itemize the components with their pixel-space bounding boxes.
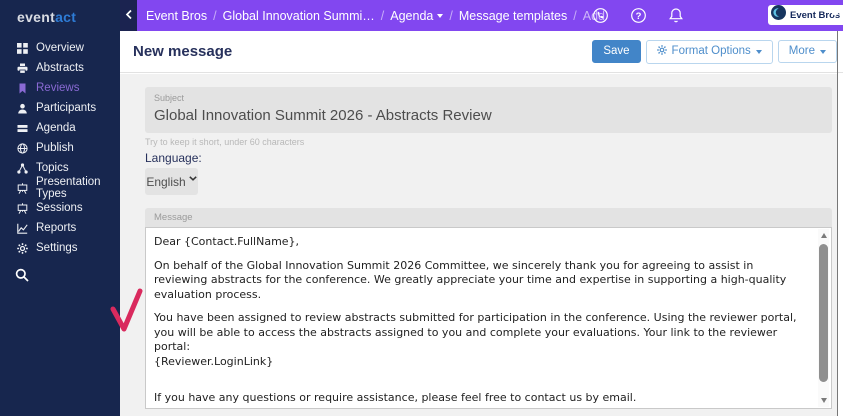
- sidebar-item-label: Overview: [36, 42, 84, 54]
- sidebar-item-reviews[interactable]: Reviews: [0, 78, 120, 98]
- sidebar-item-participants[interactable]: Participants: [0, 98, 120, 118]
- sidebar-item-abstracts[interactable]: Abstracts: [0, 58, 120, 78]
- scrollbar-thumb[interactable]: [819, 244, 828, 382]
- sidebar-item-presentation-types[interactable]: Presentation Types: [0, 176, 120, 200]
- printer-icon: [16, 62, 28, 74]
- tree-icon: [16, 162, 28, 174]
- sidebar-item-reports[interactable]: Reports: [0, 218, 120, 238]
- sidebar-item-label: Presentation Types: [36, 176, 101, 200]
- subject-input[interactable]: Subject Global Innovation Summit 2026 - …: [145, 87, 832, 133]
- message-text: Dear {Contact.FullName}, On behalf of th…: [146, 228, 831, 416]
- globe-icon: [16, 142, 28, 154]
- breadcrumb-separator: /: [573, 8, 577, 23]
- chart-icon: [16, 222, 28, 234]
- breadcrumb-event-bros[interactable]: Event Bros: [146, 9, 207, 23]
- chevron-down-icon: [188, 176, 197, 181]
- gear-icon: [656, 44, 667, 59]
- sidebar-item-label: Sessions: [36, 202, 83, 214]
- sidebar: eventact Overview Abstracts Reviews Part…: [0, 0, 120, 416]
- org-logo-icon: [771, 5, 786, 25]
- person-icon: [16, 102, 28, 114]
- sidebar-item-settings[interactable]: Settings: [0, 238, 120, 258]
- chevron-down-icon: [437, 13, 444, 18]
- grid-icon: [16, 42, 28, 54]
- avatar-icon[interactable]: [826, 6, 843, 30]
- search-icon[interactable]: [15, 268, 29, 287]
- whatsapp-icon[interactable]: [592, 7, 609, 29]
- help-icon[interactable]: ?: [630, 7, 647, 29]
- sidebar-item-label: Abstracts: [36, 62, 84, 74]
- page-title: New message: [133, 43, 233, 60]
- breadcrumb-separator: /: [213, 8, 217, 23]
- breadcrumb: Event Bros / Global Innovation Summi… / …: [146, 9, 605, 23]
- easel-icon: [16, 202, 28, 214]
- sidebar-item-label: Participants: [36, 102, 97, 114]
- sidebar-item-label: Reviews: [36, 82, 80, 94]
- message-line: On behalf of the Global Innovation Summi…: [154, 258, 787, 301]
- subject-helper-text: Try to keep it short, under 60 character…: [145, 137, 305, 147]
- sidebar-item-label: Reports: [36, 222, 77, 234]
- sidebar-item-label: Publish: [36, 142, 74, 154]
- sidebar-item-topics[interactable]: Topics: [0, 158, 120, 178]
- format-options-button[interactable]: Format Options: [645, 39, 773, 64]
- message-line: {Reviewer.LoginLink}: [154, 354, 274, 368]
- message-line: You have been assigned to review abstrac…: [154, 311, 797, 353]
- svg-text:?: ?: [636, 11, 642, 22]
- subject-value: Global Innovation Summit 2026 - Abstract…: [154, 107, 492, 124]
- breadcrumb-separator: /: [380, 8, 385, 23]
- language-label: Language:: [145, 151, 202, 165]
- easel-icon: [16, 182, 28, 194]
- message-line: If you have any questions or require ass…: [154, 391, 637, 404]
- bookmark-icon: [16, 82, 28, 94]
- save-button[interactable]: Save: [592, 40, 641, 63]
- breadcrumb-agenda-dropdown[interactable]: Agenda: [390, 9, 444, 23]
- breadcrumb-event-name[interactable]: Global Innovation Summi…: [223, 9, 375, 23]
- sidebar-item-label: Agenda: [36, 122, 76, 134]
- sidebar-item-sessions[interactable]: Sessions: [0, 198, 120, 218]
- window-edge-divider: [837, 31, 838, 416]
- gear-icon: [16, 242, 28, 254]
- breadcrumb-separator: /: [449, 8, 453, 23]
- language-select[interactable]: English: [145, 168, 198, 195]
- breadcrumb-message-templates[interactable]: Message templates: [459, 9, 567, 23]
- sidebar-item-overview[interactable]: Overview: [0, 38, 120, 58]
- eventact-logo[interactable]: eventact: [0, 0, 120, 25]
- chevron-left-icon: [125, 7, 133, 25]
- sidebar-nav: Overview Abstracts Reviews Participants …: [0, 38, 120, 258]
- message-line: Dear {Contact.FullName},: [154, 235, 300, 248]
- message-form: Subject Global Innovation Summit 2026 - …: [120, 74, 837, 416]
- message-toolbar: New message Save Format Options More: [120, 31, 843, 73]
- sidebar-collapse-button[interactable]: [120, 0, 137, 31]
- chevron-down-icon: [820, 49, 826, 54]
- bell-icon[interactable]: [668, 7, 684, 29]
- sidebar-item-publish[interactable]: Publish: [0, 138, 120, 158]
- sidebar-item-label: Settings: [36, 242, 78, 254]
- scroll-down-arrow[interactable]: [818, 395, 829, 406]
- message-label: Message: [145, 208, 832, 227]
- top-header-bar: Event Bros / Global Innovation Summi… / …: [120, 0, 843, 31]
- chevron-down-icon: [755, 49, 762, 54]
- message-editor[interactable]: Dear {Contact.FullName}, On behalf of th…: [145, 227, 832, 416]
- sidebar-item-label: Topics: [36, 162, 69, 174]
- scroll-up-arrow[interactable]: [818, 230, 829, 241]
- sidebar-item-agenda[interactable]: Agenda: [0, 118, 120, 138]
- more-button[interactable]: More: [777, 40, 837, 63]
- bars-icon: [16, 122, 28, 134]
- language-value: English: [146, 174, 186, 189]
- message-scrollbar[interactable]: [818, 229, 829, 407]
- subject-label: Subject: [154, 93, 185, 103]
